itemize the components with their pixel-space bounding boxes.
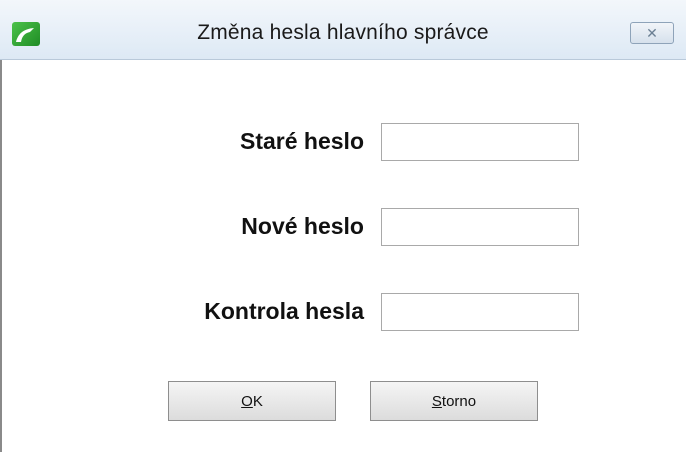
confirm-password-label: Kontrola hesla bbox=[204, 298, 364, 324]
change-admin-password-dialog: Změna hesla hlavního správce ✕ Staré hes… bbox=[0, 0, 686, 452]
old-password-label: Staré heslo bbox=[240, 128, 364, 154]
old-password-input[interactable] bbox=[381, 123, 579, 161]
ok-button[interactable]: OK bbox=[168, 381, 336, 421]
close-icon: ✕ bbox=[646, 24, 658, 41]
title-bar[interactable]: Změna hesla hlavního správce ✕ bbox=[0, 0, 686, 60]
cancel-button[interactable]: Storno bbox=[370, 381, 538, 421]
new-password-input[interactable] bbox=[381, 208, 579, 246]
confirm-password-input[interactable] bbox=[381, 293, 579, 331]
ok-mnemonic: O bbox=[241, 392, 253, 410]
window-title: Změna hesla hlavního správce bbox=[197, 21, 489, 44]
window-border bbox=[0, 60, 2, 452]
close-button[interactable]: ✕ bbox=[630, 22, 674, 44]
cancel-label-rest: torno bbox=[441, 392, 477, 410]
ok-label-rest: K bbox=[252, 392, 263, 410]
new-password-label: Nové heslo bbox=[241, 213, 364, 239]
cancel-mnemonic: S bbox=[431, 392, 442, 410]
